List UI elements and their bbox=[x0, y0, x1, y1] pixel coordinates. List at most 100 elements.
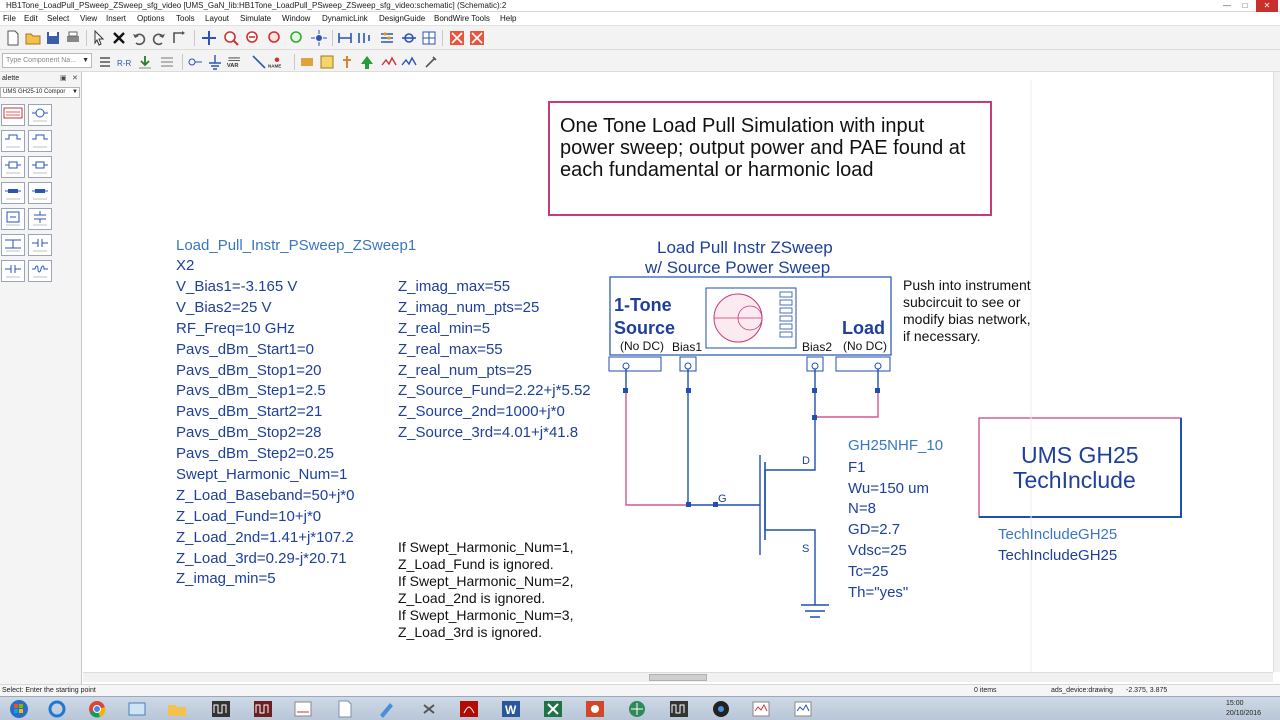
param-z-real-num-pts[interactable]: Z_real_num_pts=25 bbox=[398, 361, 532, 381]
vertical-scrollbar[interactable] bbox=[1273, 72, 1280, 672]
param-z-load-3rd[interactable]: Z_Load_3rd=0.29-j*20.71 bbox=[176, 549, 347, 569]
param-pavs-step2[interactable]: Pavs_dBm_Step2=0.25 bbox=[176, 444, 334, 464]
transistor-param[interactable]: N=8 bbox=[848, 499, 876, 519]
ads-icon[interactable] bbox=[792, 699, 814, 719]
chevron-down-icon[interactable]: ▼ bbox=[72, 88, 78, 97]
deactivate-short-icon[interactable] bbox=[468, 29, 486, 47]
palette-item-gh25rfd[interactable] bbox=[28, 130, 52, 152]
param-z-imag-max[interactable]: Z_imag_max=55 bbox=[398, 277, 510, 297]
horizontal-scrollbar[interactable] bbox=[83, 672, 1273, 682]
transistor-param[interactable]: GD=2.7 bbox=[848, 520, 900, 540]
wire-label-icon[interactable] bbox=[186, 53, 204, 71]
rotate-component-icon[interactable]: R-R bbox=[116, 53, 134, 71]
param-pavs-start1[interactable]: Pavs_dBm_Start1=0 bbox=[176, 340, 314, 360]
param-v-bias1[interactable]: V_Bias1=-3.165 V bbox=[176, 277, 297, 297]
param-pavs-stop1[interactable]: Pavs_dBm_Stop1=20 bbox=[176, 361, 322, 381]
menu-window[interactable]: Window bbox=[282, 12, 310, 26]
palette-item-gh25ind[interactable] bbox=[28, 260, 52, 282]
var-icon[interactable]: VAR bbox=[226, 53, 248, 71]
document-icon[interactable] bbox=[334, 699, 356, 719]
component-library-icon[interactable] bbox=[298, 53, 316, 71]
redo-icon[interactable] bbox=[150, 29, 168, 47]
print-icon[interactable] bbox=[64, 29, 82, 47]
pin-icon[interactable]: ▣ bbox=[60, 74, 67, 84]
pencil-icon[interactable] bbox=[376, 699, 398, 719]
menu-select[interactable]: Select bbox=[47, 12, 69, 26]
palette-item-gh25tl2[interactable] bbox=[28, 182, 52, 204]
chrome-icon[interactable] bbox=[86, 699, 108, 719]
ads-icon[interactable] bbox=[210, 699, 232, 719]
zoom-out-icon[interactable] bbox=[244, 29, 262, 47]
transistor-param[interactable]: Tc=25 bbox=[848, 562, 888, 582]
palette-item-techincl[interactable] bbox=[1, 104, 25, 126]
param-z-imag-min[interactable]: Z_imag_min=5 bbox=[176, 569, 276, 589]
start-icon[interactable] bbox=[8, 699, 30, 719]
up-hierarchy-icon[interactable] bbox=[358, 53, 376, 71]
ads-data-icon[interactable] bbox=[252, 699, 274, 719]
plot-icon[interactable] bbox=[380, 53, 398, 71]
folder-icon[interactable] bbox=[166, 699, 188, 719]
pin-icon[interactable] bbox=[356, 29, 374, 47]
line-icon[interactable] bbox=[250, 53, 268, 71]
wire-icon[interactable] bbox=[336, 29, 354, 47]
menu-tools[interactable]: Tools bbox=[176, 12, 195, 26]
zoom-fit-icon[interactable] bbox=[288, 29, 306, 47]
techinclude-instance-label[interactable]: TechIncludeGH25 bbox=[998, 525, 1117, 545]
ads-icon[interactable] bbox=[292, 699, 314, 719]
param-rf-freq[interactable]: RF_Freq=10 GHz bbox=[176, 319, 295, 339]
menu-layout[interactable]: Layout bbox=[205, 12, 229, 26]
ads-icon[interactable] bbox=[668, 699, 690, 719]
undo-icon[interactable] bbox=[130, 29, 148, 47]
menu-file[interactable]: File bbox=[3, 12, 16, 26]
open-icon[interactable] bbox=[24, 29, 42, 47]
simulation-note[interactable]: One Tone Load Pull Simulation with input… bbox=[548, 101, 992, 216]
menu-options[interactable]: Options bbox=[137, 12, 165, 26]
word-icon[interactable]: W bbox=[500, 699, 522, 719]
rotate-icon[interactable] bbox=[170, 29, 188, 47]
param-z-source-fund[interactable]: Z_Source_Fund=2.22+j*5.52 bbox=[398, 381, 591, 401]
ie-icon[interactable] bbox=[46, 699, 68, 719]
list-icon[interactable] bbox=[96, 53, 114, 71]
clock-time[interactable]: 15:00 bbox=[1226, 699, 1244, 709]
palette-item-gh25chm[interactable] bbox=[1, 234, 25, 256]
param-pavs-step1[interactable]: Pavs_dBm_Step1=2.5 bbox=[176, 381, 326, 401]
component-icon[interactable] bbox=[318, 53, 336, 71]
transistor-name[interactable]: GH25NHF_10 bbox=[848, 436, 943, 456]
palette-item-gh25tl1[interactable] bbox=[1, 182, 25, 204]
explorer-icon[interactable] bbox=[126, 699, 148, 719]
param-z-real-max[interactable]: Z_real_max=55 bbox=[398, 340, 503, 360]
param-z-load-baseband[interactable]: Z_Load_Baseband=50+j*0 bbox=[176, 486, 355, 506]
delete-icon[interactable] bbox=[110, 29, 128, 47]
save-icon[interactable] bbox=[44, 29, 62, 47]
optimize-icon[interactable] bbox=[400, 29, 418, 47]
param-swept-harmonic-num[interactable]: Swept_Harmonic_Num=1 bbox=[176, 465, 347, 485]
ads-icon[interactable] bbox=[750, 699, 772, 719]
instance-name[interactable]: Load_Pull_Instr_PSweep_ZSweep1 bbox=[176, 236, 416, 256]
tuning-icon[interactable] bbox=[422, 53, 440, 71]
menu-help[interactable]: Help bbox=[500, 12, 516, 26]
push-icon[interactable] bbox=[136, 53, 154, 71]
data-icon[interactable] bbox=[400, 53, 418, 71]
menu-designguide[interactable]: DesignGuide bbox=[379, 12, 425, 26]
param-z-load-fund[interactable]: Z_Load_Fund=10+j*0 bbox=[176, 507, 321, 527]
techinclude-title[interactable]: UMS GH25 bbox=[1021, 442, 1139, 468]
chevron-down-icon[interactable]: ▼ bbox=[82, 54, 89, 67]
param-z-imag-num-pts[interactable]: Z_imag_num_pts=25 bbox=[398, 298, 539, 318]
name-icon[interactable]: NAME bbox=[268, 53, 292, 71]
pop-icon[interactable] bbox=[158, 53, 176, 71]
network-icon[interactable] bbox=[418, 699, 440, 719]
menu-view[interactable]: View bbox=[80, 12, 97, 26]
param-z-load-2nd[interactable]: Z_Load_2nd=1.41+j*107.2 bbox=[176, 528, 354, 548]
powerpoint-icon[interactable] bbox=[584, 699, 606, 719]
excel-icon[interactable] bbox=[542, 699, 564, 719]
param-z-source-2nd[interactable]: Z_Source_2nd=1000+j*0 bbox=[398, 402, 565, 422]
simulate-icon[interactable] bbox=[420, 29, 438, 47]
close-button[interactable]: ✕ bbox=[1256, 0, 1278, 12]
param-pavs-start2[interactable]: Pavs_dBm_Start2=21 bbox=[176, 402, 322, 422]
webcam-icon[interactable] bbox=[710, 699, 732, 719]
probe-icon[interactable] bbox=[338, 53, 356, 71]
zoom-area-icon[interactable] bbox=[266, 29, 284, 47]
menu-simulate[interactable]: Simulate bbox=[240, 12, 271, 26]
menu-bondwire-tools[interactable]: BondWire Tools bbox=[434, 12, 490, 26]
palette-item-gh25limc[interactable] bbox=[28, 208, 52, 230]
